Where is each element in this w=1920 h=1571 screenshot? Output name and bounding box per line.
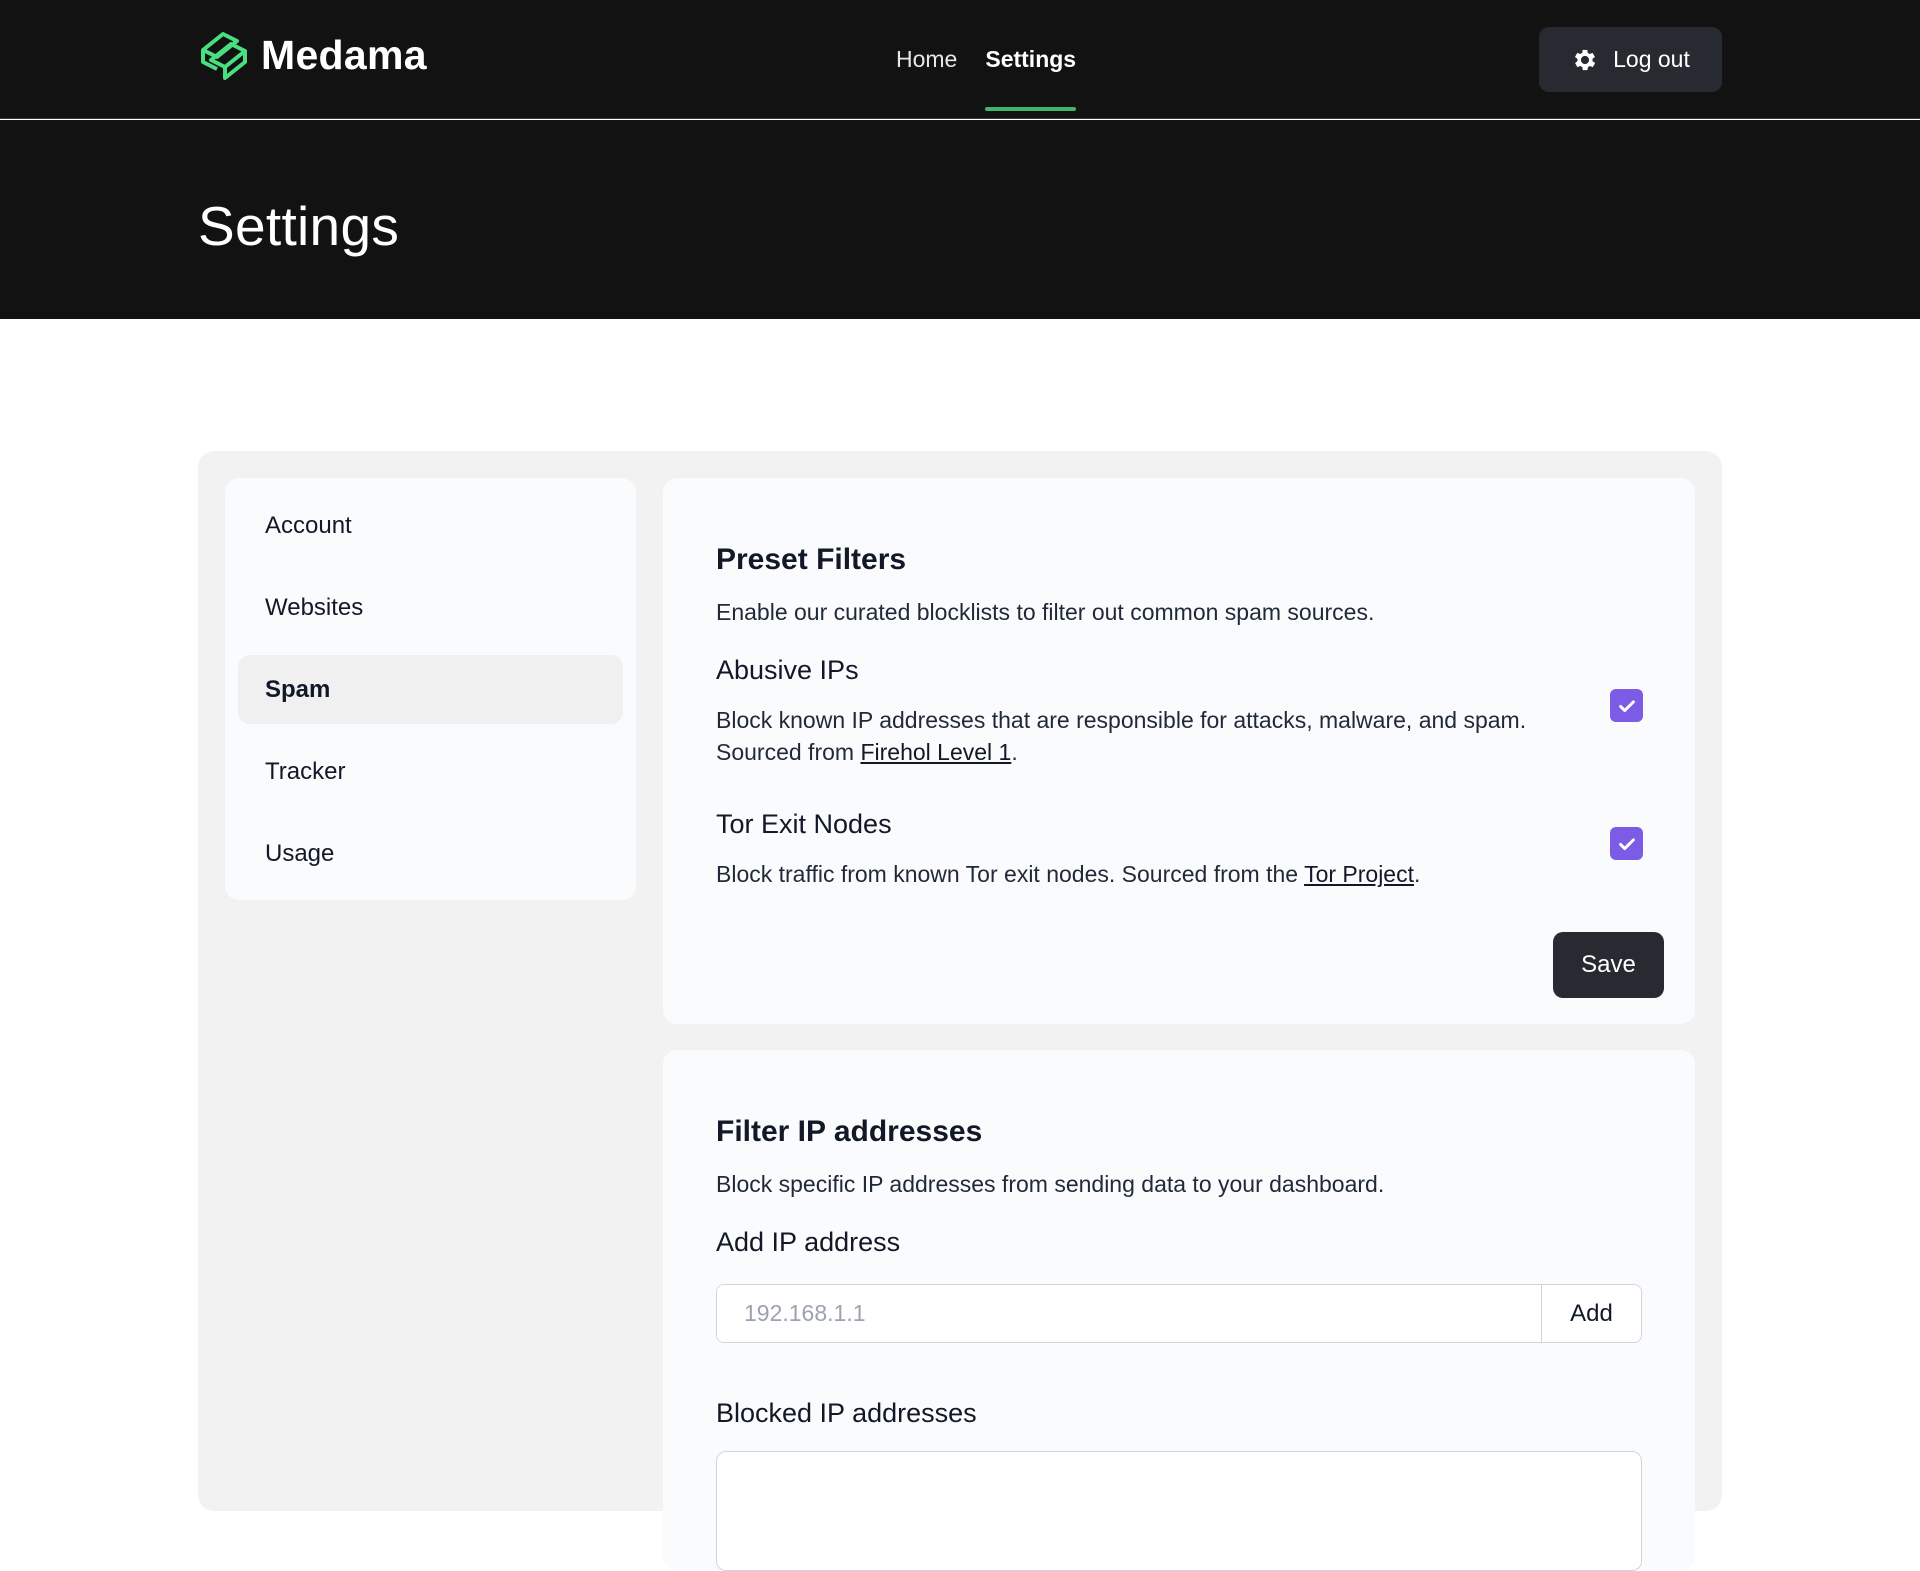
main-nav: Home Settings: [896, 0, 1076, 119]
settings-panel: Account Websites Spam Tracker Usage Pres…: [198, 451, 1722, 1571]
logout-button[interactable]: Log out: [1539, 27, 1722, 92]
checkmark-icon: [1618, 699, 1635, 712]
filter-ip-title: Filter IP addresses: [716, 1115, 983, 1148]
preset-filters-description: Enable our curated blocklists to filter …: [716, 599, 1375, 625]
filter-ip-card: Filter IP addresses Block specific IP ad…: [663, 1050, 1695, 1571]
top-navbar: Medama Home Settings Log out: [0, 0, 1920, 119]
checkmark-icon: [1618, 837, 1635, 850]
preset-filters-card: Preset Filters Enable our curated blockl…: [663, 478, 1695, 1024]
tor-exit-nodes-description: Block traffic from known Tor exit nodes.…: [716, 858, 1596, 890]
logo[interactable]: Medama: [197, 28, 427, 82]
sidebar-item-tracker[interactable]: Tracker: [238, 737, 623, 806]
tor-project-link[interactable]: Tor Project: [1304, 861, 1414, 887]
page-title: Settings: [198, 195, 400, 257]
firehol-link[interactable]: Firehol Level 1: [860, 739, 1011, 765]
abusive-ips-desc-line1: Block known IP addresses that are respon…: [716, 707, 1527, 733]
preset-filters-title: Preset Filters: [716, 543, 907, 576]
app-name: Medama: [261, 31, 427, 78]
sidebar-item-spam[interactable]: Spam: [238, 655, 623, 724]
abusive-ips-description: Block known IP addresses that are respon…: [716, 704, 1596, 768]
tor-desc-suffix: .: [1414, 861, 1421, 887]
tor-exit-nodes-title: Tor Exit Nodes: [716, 809, 892, 839]
abusive-ips-desc-suffix: .: [1011, 739, 1018, 765]
ip-address-input[interactable]: [717, 1285, 1541, 1342]
settings-sidebar: Account Websites Spam Tracker Usage: [225, 478, 636, 900]
tor-exit-nodes-checkbox[interactable]: [1610, 827, 1643, 860]
filter-ip-description: Block specific IP addresses from sending…: [716, 1171, 1385, 1197]
save-button[interactable]: Save: [1553, 932, 1664, 998]
nav-item-settings[interactable]: Settings: [985, 0, 1076, 119]
abusive-ips-title: Abusive IPs: [716, 655, 859, 685]
add-ip-label: Add IP address: [716, 1227, 901, 1257]
abusive-ips-checkbox[interactable]: [1610, 689, 1643, 722]
blocked-ips-label: Blocked IP addresses: [716, 1398, 977, 1428]
sidebar-item-usage[interactable]: Usage: [238, 819, 623, 888]
blocked-ips-list: [716, 1451, 1642, 1571]
add-ip-group: Add: [716, 1284, 1642, 1343]
sidebar-item-account[interactable]: Account: [238, 491, 623, 560]
page-header: Settings: [0, 120, 1920, 319]
add-ip-button[interactable]: Add: [1541, 1285, 1641, 1342]
gear-icon: [1575, 49, 1596, 70]
medama-logo-icon: [201, 32, 247, 80]
logout-label: Log out: [1613, 46, 1690, 72]
nav-item-home[interactable]: Home: [896, 0, 957, 119]
abusive-ips-desc-prefix: Sourced from: [716, 739, 861, 765]
sidebar-item-websites[interactable]: Websites: [238, 573, 623, 642]
tor-desc-prefix: Block traffic from known Tor exit nodes.…: [716, 861, 1305, 887]
